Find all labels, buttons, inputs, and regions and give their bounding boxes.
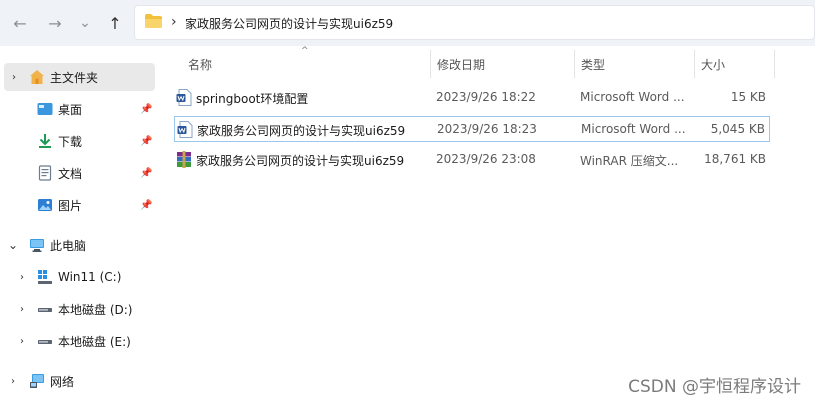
chevron-right-icon[interactable]: › — [7, 376, 19, 387]
file-size: 15 KB — [730, 90, 766, 104]
sidebar-item-label: 本地磁盘 (D:) — [58, 302, 133, 317]
drive-icon — [38, 308, 52, 312]
chevron-down-icon[interactable]: ⌄ — [7, 238, 19, 252]
winrar-icon — [177, 151, 191, 168]
file-size: 18,761 KB — [704, 152, 766, 166]
sidebar-item-label: 下载 — [58, 134, 83, 149]
file-name: springboot环境配置 — [196, 92, 309, 106]
file-date: 2023/9/26 18:22 — [436, 90, 536, 104]
back-icon[interactable]: ← — [8, 11, 32, 35]
desktop-icon — [37, 103, 53, 115]
file-type: Microsoft Word ... — [581, 122, 686, 136]
column-header-name[interactable]: 名称 — [188, 52, 212, 76]
chevron-right-icon[interactable]: › — [16, 272, 28, 283]
file-date: 2023/9/26 18:23 — [437, 122, 537, 136]
pin-icon[interactable]: 📌 — [140, 168, 152, 179]
column-divider[interactable] — [774, 50, 775, 78]
file-row[interactable]: 家政服务公司网页的设计与实现ui6z59 2023/9/26 23:08 Win… — [174, 147, 770, 173]
chevron-right-icon[interactable]: › — [16, 336, 28, 347]
pc-icon — [30, 239, 44, 252]
sidebar-item-label: 桌面 — [58, 102, 83, 117]
windows-drive-icon — [38, 270, 52, 284]
file-list-view: 名称 ^ 修改日期 类型 大小 springboot环境配置 2023/9/26… — [160, 46, 815, 405]
sidebar-item-label: 文档 — [58, 166, 83, 181]
download-icon — [39, 134, 51, 148]
file-row[interactable]: 家政服务公司网页的设计与实现ui6z59 2023/9/26 18:23 Mic… — [174, 116, 770, 142]
sidebar-item-label: 此电脑 — [50, 238, 87, 253]
file-explorer-window: ← → ⌄ ↑ › 家政服务公司网页的设计与实现ui6z59 › 主文件夹 桌面… — [0, 0, 815, 405]
column-header-label: 大小 — [701, 57, 726, 72]
drive-icon — [38, 340, 52, 344]
address-bar[interactable]: › 家政服务公司网页的设计与实现ui6z59 — [134, 5, 815, 40]
file-name: 家政服务公司网页的设计与实现ui6z59 — [196, 154, 405, 168]
sort-ascending-icon: ^ — [301, 46, 309, 56]
column-header-label: 名称 — [188, 57, 213, 72]
sidebar-item-desktop[interactable]: 桌面 📌 — [0, 95, 160, 123]
sidebar-item-this-pc[interactable]: ⌄ 此电脑 — [0, 231, 160, 259]
pictures-icon — [38, 199, 52, 211]
sidebar-item-documents[interactable]: 文档 📌 — [0, 159, 160, 187]
file-type: Microsoft Word ... — [580, 90, 685, 104]
document-icon — [38, 165, 52, 181]
pin-icon[interactable]: 📌 — [140, 104, 152, 115]
navigation-bar: ← → ⌄ ↑ › 家政服务公司网页的设计与实现ui6z59 — [0, 0, 815, 46]
chevron-right-icon[interactable]: › — [16, 304, 28, 315]
file-size: 5,045 KB — [710, 122, 765, 136]
file-type: WinRAR 压缩文... — [580, 154, 679, 168]
column-header-label: 类型 — [581, 57, 606, 72]
pin-icon[interactable]: 📌 — [140, 136, 152, 147]
column-divider[interactable] — [430, 50, 431, 78]
sidebar-item-label: 图片 — [58, 198, 83, 213]
pin-icon[interactable]: 📌 — [140, 200, 152, 211]
sidebar-item-label: 主文件夹 — [50, 70, 99, 85]
home-icon — [30, 70, 44, 84]
sidebar-item-pictures[interactable]: 图片 📌 — [0, 191, 160, 219]
word-icon — [177, 121, 193, 138]
column-divider[interactable] — [574, 50, 575, 78]
sidebar-item-network[interactable]: › 网络 — [0, 367, 160, 395]
column-header-size[interactable]: 大小 — [701, 52, 725, 76]
sidebar-item-downloads[interactable]: 下载 📌 — [0, 127, 160, 155]
breadcrumb-current-folder[interactable]: 家政服务公司网页的设计与实现ui6z59 — [185, 15, 393, 32]
word-icon — [176, 89, 192, 106]
up-icon[interactable]: ↑ — [103, 11, 127, 35]
file-name: 家政服务公司网页的设计与实现ui6z59 — [197, 124, 406, 138]
sidebar-item-label: 本地磁盘 (E:) — [58, 334, 131, 349]
file-date: 2023/9/26 23:08 — [436, 152, 536, 166]
folder-icon — [145, 14, 162, 28]
navigation-pane: › 主文件夹 桌面 📌 下载 📌 文档 📌 图片 📌 ⌄ 此电脑 › Win11… — [0, 46, 160, 405]
breadcrumb-separator: › — [171, 14, 177, 30]
chevron-right-icon[interactable]: › — [8, 72, 20, 83]
column-header-type[interactable]: 类型 — [581, 52, 605, 76]
forward-icon[interactable]: → — [43, 11, 67, 35]
recent-locations-icon[interactable]: ⌄ — [73, 11, 97, 35]
column-divider[interactable] — [694, 50, 695, 78]
sidebar-item-drive-e[interactable]: › 本地磁盘 (E:) — [0, 327, 160, 355]
sidebar-item-label: 网络 — [50, 374, 75, 389]
sidebar-item-home[interactable]: › 主文件夹 — [4, 63, 155, 91]
watermark: CSDN @宇恒程序设计 — [628, 377, 801, 397]
file-row[interactable]: springboot环境配置 2023/9/26 18:22 Microsoft… — [174, 85, 770, 111]
sidebar-item-label: Win11 (C:) — [58, 270, 122, 284]
column-header-label: 修改日期 — [437, 57, 486, 72]
sidebar-item-drive-c[interactable]: › Win11 (C:) — [0, 263, 160, 291]
network-icon — [30, 374, 44, 388]
column-header-date[interactable]: 修改日期 — [437, 52, 485, 76]
sidebar-item-drive-d[interactable]: › 本地磁盘 (D:) — [0, 295, 160, 323]
